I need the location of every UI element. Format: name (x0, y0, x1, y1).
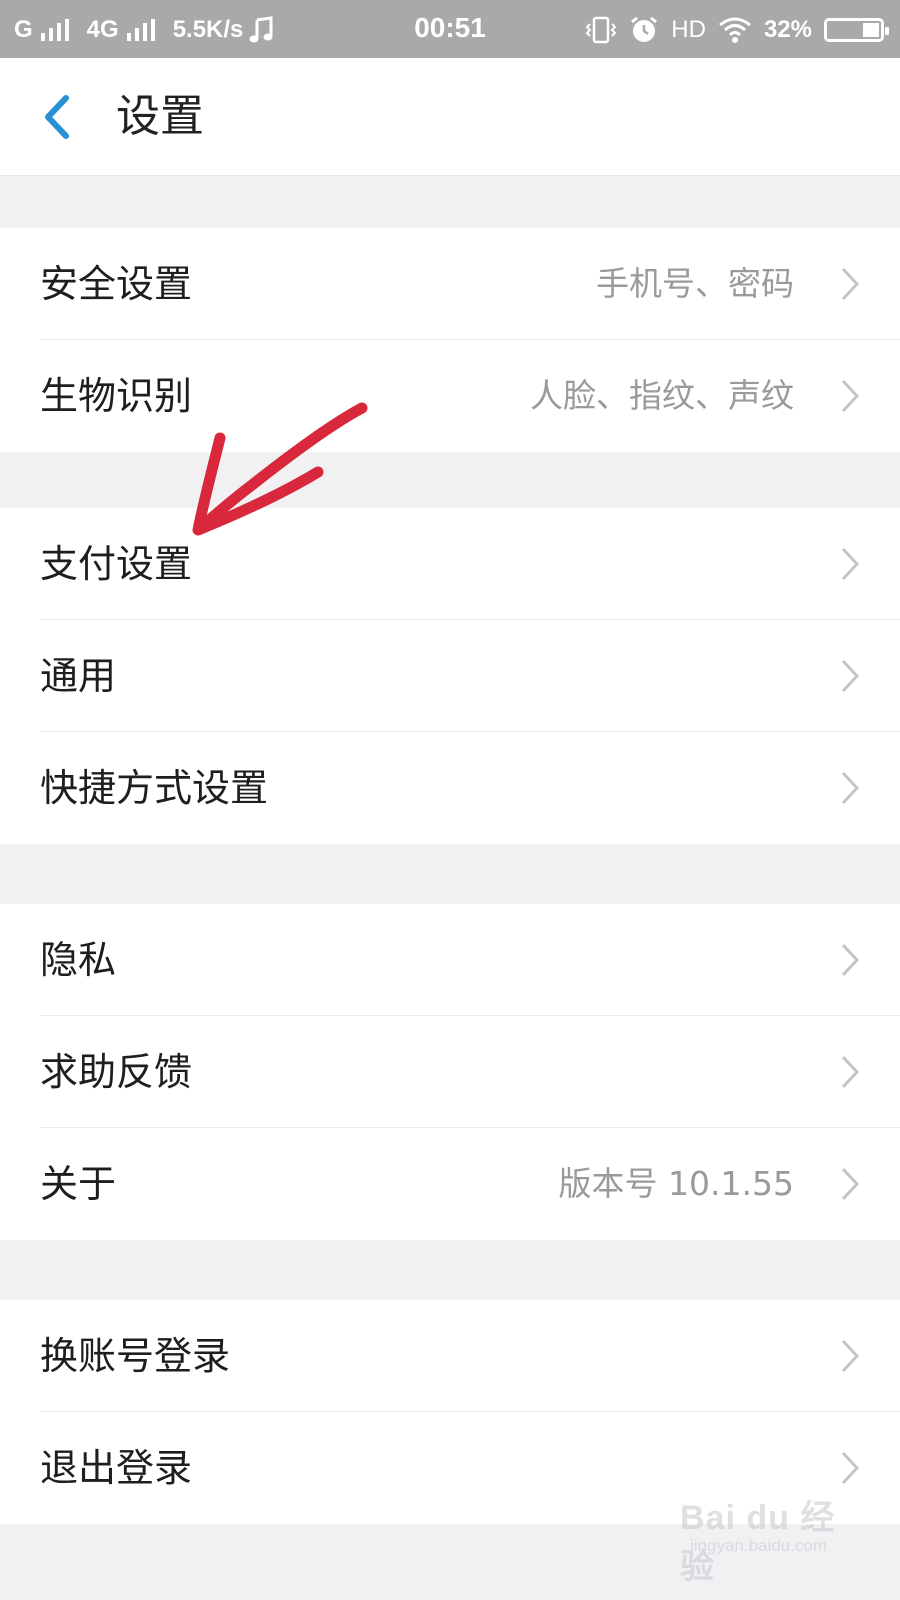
settings-item-value: 版本号 10.1.55 (558, 1164, 794, 1203)
chevron-right-icon (841, 1055, 860, 1089)
watermark-url: jingyan.baidu.com (690, 1536, 828, 1555)
settings-item-label: 生物识别 (40, 374, 193, 418)
settings-item-security[interactable]: 安全设置 手机号、密码 (0, 228, 900, 340)
settings-item-label: 通用 (40, 654, 117, 698)
battery-level (863, 23, 879, 37)
settings-group-account-security: 安全设置 手机号、密码 生物识别 人脸、指纹、声纹 (0, 228, 900, 452)
settings-item-label: 安全设置 (40, 262, 193, 306)
hd-indicator: HD (671, 16, 706, 43)
battery-percent: 32% (763, 16, 812, 43)
settings-group-general: 支付设置 通用 快捷方式设置 (0, 508, 900, 844)
settings-group-support: 隐私 求助反馈 关于 版本号 10.1.55 (0, 904, 900, 1240)
alarm-icon (631, 16, 658, 42)
settings-item-payment[interactable]: 支付设置 (0, 508, 900, 620)
watermark: Bai du 经验 jingyan.baidu.com (680, 1490, 870, 1586)
settings-item-label: 求助反馈 (40, 1050, 193, 1094)
settings-item-privacy[interactable]: 隐私 (0, 904, 900, 1016)
chevron-right-icon (841, 1451, 860, 1485)
vibrate-icon (585, 16, 617, 44)
back-button[interactable] (38, 94, 78, 140)
back-chevron-icon (45, 95, 69, 139)
settings-item-value: 人脸、指纹、声纹 (530, 376, 794, 415)
chevron-right-icon (841, 771, 860, 805)
status-bar-right: HD 32% (585, 12, 889, 48)
chevron-right-icon (841, 1339, 860, 1373)
settings-item-feedback[interactable]: 求助反馈 (0, 1016, 900, 1128)
settings-item-label: 支付设置 (40, 542, 193, 586)
chevron-right-icon (841, 379, 860, 413)
page-title: 设置 (116, 91, 204, 142)
settings-item-label: 隐私 (40, 938, 117, 982)
chevron-right-icon (841, 1167, 860, 1201)
settings-item-general[interactable]: 通用 (0, 620, 900, 732)
settings-item-about[interactable]: 关于 版本号 10.1.55 (0, 1128, 900, 1240)
settings-item-switch-account[interactable]: 换账号登录 (0, 1300, 900, 1412)
chevron-right-icon (841, 943, 860, 977)
chevron-right-icon (841, 659, 860, 693)
settings-item-label: 关于 (40, 1162, 117, 1206)
settings-item-label: 换账号登录 (40, 1334, 231, 1378)
battery-icon (824, 18, 889, 42)
settings-item-value: 手机号、密码 (596, 264, 794, 303)
settings-item-label: 退出登录 (40, 1446, 193, 1490)
settings-item-shortcuts[interactable]: 快捷方式设置 (0, 732, 900, 844)
wifi-icon (719, 17, 751, 43)
chevron-right-icon (841, 547, 860, 581)
settings-item-biometrics[interactable]: 生物识别 人脸、指纹、声纹 (0, 340, 900, 452)
header: 设置 (0, 58, 900, 176)
status-bar: G 4G 5.5K/s 00:51 HD 32% (0, 0, 900, 58)
settings-item-label: 快捷方式设置 (40, 766, 269, 810)
chevron-right-icon (841, 267, 860, 301)
